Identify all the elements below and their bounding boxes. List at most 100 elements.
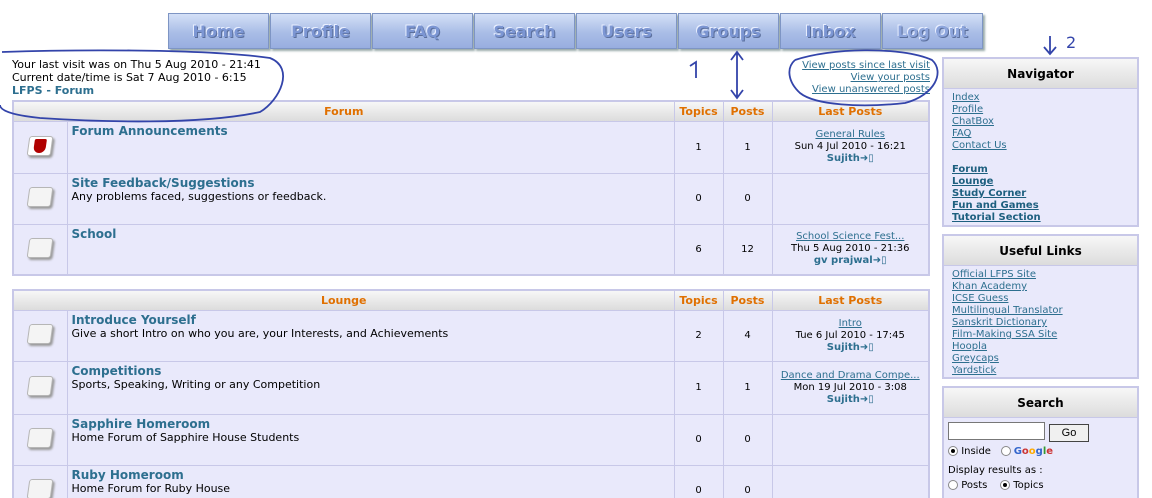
nav-link-index[interactable]: Index	[952, 92, 1129, 104]
forum-name-cell: School	[66, 223, 675, 276]
forum-status-cell	[12, 413, 68, 466]
table-header: Lounge Topics Posts Last Posts	[12, 289, 930, 311]
forum-title-link[interactable]: Introduce Yourself	[72, 313, 670, 327]
useful-link[interactable]: Film-Making SSA Site	[952, 329, 1129, 341]
useful-link[interactable]: Yardstick	[952, 365, 1129, 377]
nav-link-faq[interactable]: FAQ	[952, 128, 1129, 140]
posts-header: Posts	[722, 289, 773, 311]
lounge-category-table: Lounge Topics Posts Last Posts Introduce…	[12, 289, 930, 498]
navigator-box: Navigator Index Profile ChatBox FAQ Cont…	[942, 57, 1139, 227]
last-post-cell	[771, 413, 930, 466]
inside-label: Inside	[961, 445, 991, 457]
useful-links-box: Useful Links Official LFPS Site Khan Aca…	[942, 234, 1139, 379]
topics-count: 0	[673, 464, 724, 498]
topics-count: 6	[673, 223, 724, 276]
nav-link-fun-games[interactable]: Fun and Games	[952, 200, 1129, 212]
forum-title-link[interactable]: Sapphire Homeroom	[72, 417, 670, 431]
last-post-user-link[interactable]: gv prajwal➜▯	[773, 255, 929, 267]
forum-status-cell	[12, 120, 68, 174]
nav-home[interactable]: Home	[168, 13, 269, 49]
display-posts-radio[interactable]	[948, 479, 958, 490]
useful-links-title: Useful Links	[944, 236, 1137, 266]
useful-link[interactable]: Khan Academy	[952, 281, 1129, 293]
main-nav: Home Profile FAQ Search Users Groups Inb…	[168, 13, 984, 49]
last-post-date: Sun 4 Jul 2010 - 16:21	[794, 141, 906, 152]
table-row: Sapphire Homeroom Home Forum of Sapphire …	[12, 413, 930, 466]
nav-users[interactable]: Users	[576, 13, 677, 49]
topics-count: 0	[673, 413, 724, 466]
nav-search[interactable]: Search	[474, 13, 575, 49]
topics-count: 1	[673, 360, 724, 415]
category-header: Forum	[12, 100, 675, 122]
useful-link[interactable]: ICSE Guess	[952, 293, 1129, 305]
posts-count: 4	[722, 309, 773, 362]
forum-title-link[interactable]: Competitions	[72, 364, 670, 378]
nav-link-forum[interactable]: Forum	[952, 164, 1129, 176]
forum-title-link[interactable]: Ruby Homeroom	[72, 468, 670, 482]
go-to-post-icon[interactable]: ➜▯	[860, 394, 874, 405]
inside-radio[interactable]	[948, 445, 958, 456]
nav-logout[interactable]: Log Out	[882, 13, 983, 49]
go-to-post-icon[interactable]: ➜▯	[860, 153, 874, 164]
last-post-title-link[interactable]: School Science Fest...	[773, 231, 929, 243]
useful-link[interactable]: Sanskrit Dictionary	[952, 317, 1129, 329]
useful-link[interactable]: Greycaps	[952, 353, 1129, 365]
forum-title-link[interactable]: School	[72, 227, 670, 241]
nav-profile[interactable]: Profile	[270, 13, 371, 49]
forum-name-cell: Forum Announcements	[66, 120, 675, 174]
go-to-post-icon[interactable]: ➜▯	[860, 342, 874, 353]
go-to-post-icon[interactable]: ➜▯	[873, 255, 887, 266]
topics-count: 0	[673, 172, 724, 225]
last-post-cell	[771, 172, 930, 225]
table-row: Introduce Yourself Give a short Intro on …	[12, 309, 930, 362]
unanswered-posts-link[interactable]: View unanswered posts	[802, 84, 930, 96]
last-post-user-link[interactable]: Sujith➜▯	[773, 153, 929, 165]
last-post-user-link[interactable]: Sujith➜▯	[773, 342, 929, 354]
display-topics-radio[interactable]	[1000, 479, 1011, 490]
last-visit-text: Your last visit was on Thu 5 Aug 2010 - …	[12, 58, 261, 71]
useful-link[interactable]: Hoopla	[952, 341, 1129, 353]
last-post-user-link[interactable]: Sujith➜▯	[773, 394, 929, 406]
nav-link-profile[interactable]: Profile	[952, 104, 1129, 116]
display-topics-label: Topics	[1013, 479, 1044, 491]
posts-since-last-visit-link[interactable]: View posts since last visit	[802, 60, 930, 72]
search-form: Go Inside Google Display results as : Po…	[944, 418, 1137, 495]
topics-header: Topics	[673, 100, 724, 122]
forum-name-cell: Competitions Sports, Speaking, Writing or…	[66, 360, 675, 415]
last-posts-header: Last Posts	[771, 289, 930, 311]
nav-link-contact[interactable]: Contact Us	[952, 140, 1129, 152]
your-posts-link[interactable]: View your posts	[802, 72, 930, 84]
nav-faq[interactable]: FAQ	[372, 13, 473, 49]
table-row: Site Feedback/Suggestions Any problems fa…	[12, 172, 930, 225]
navigator-links: Index Profile ChatBox FAQ Contact Us For…	[944, 89, 1137, 227]
last-post-title-link[interactable]: Intro	[773, 318, 929, 330]
visit-info: Your last visit was on Thu 5 Aug 2010 - …	[12, 58, 261, 97]
posts-count: 0	[722, 464, 773, 498]
last-post-cell: Intro Tue 6 Jul 2010 - 17:45 Sujith➜▯	[771, 309, 930, 362]
nav-link-lounge[interactable]: Lounge	[952, 176, 1129, 188]
nav-link-tutorial[interactable]: Tutorial Section	[952, 212, 1129, 224]
posts-count: 1	[722, 360, 773, 415]
forum-status-cell	[12, 172, 68, 225]
nav-link-study-corner[interactable]: Study Corner	[952, 188, 1129, 200]
last-post-cell	[771, 464, 930, 498]
search-go-button[interactable]: Go	[1049, 423, 1089, 442]
no-new-posts-icon	[26, 187, 54, 207]
google-radio[interactable]	[1000, 445, 1011, 456]
nav-groups[interactable]: Groups	[678, 13, 779, 49]
useful-link[interactable]: Multilingual Translator	[952, 305, 1129, 317]
search-input[interactable]	[948, 422, 1045, 440]
forum-title-link[interactable]: Site Feedback/Suggestions	[72, 176, 670, 190]
nav-inbox[interactable]: Inbox	[780, 13, 881, 49]
forum-title-link[interactable]: Forum Announcements	[72, 124, 670, 138]
last-post-cell: General Rules Sun 4 Jul 2010 - 16:21 Sujit…	[771, 120, 930, 174]
no-new-posts-icon	[26, 428, 54, 448]
topics-header: Topics	[673, 289, 724, 311]
nav-link-chatbox[interactable]: ChatBox	[952, 116, 1129, 128]
display-posts-label: Posts	[961, 479, 988, 491]
useful-link[interactable]: Official LFPS Site	[952, 269, 1129, 281]
forum-home-link[interactable]: LFPS - Forum	[12, 84, 261, 97]
last-post-title-link[interactable]: Dance and Drama Compe...	[773, 370, 929, 382]
last-post-title-link[interactable]: General Rules	[773, 129, 929, 141]
quick-links: View posts since last visit View your po…	[802, 60, 930, 96]
